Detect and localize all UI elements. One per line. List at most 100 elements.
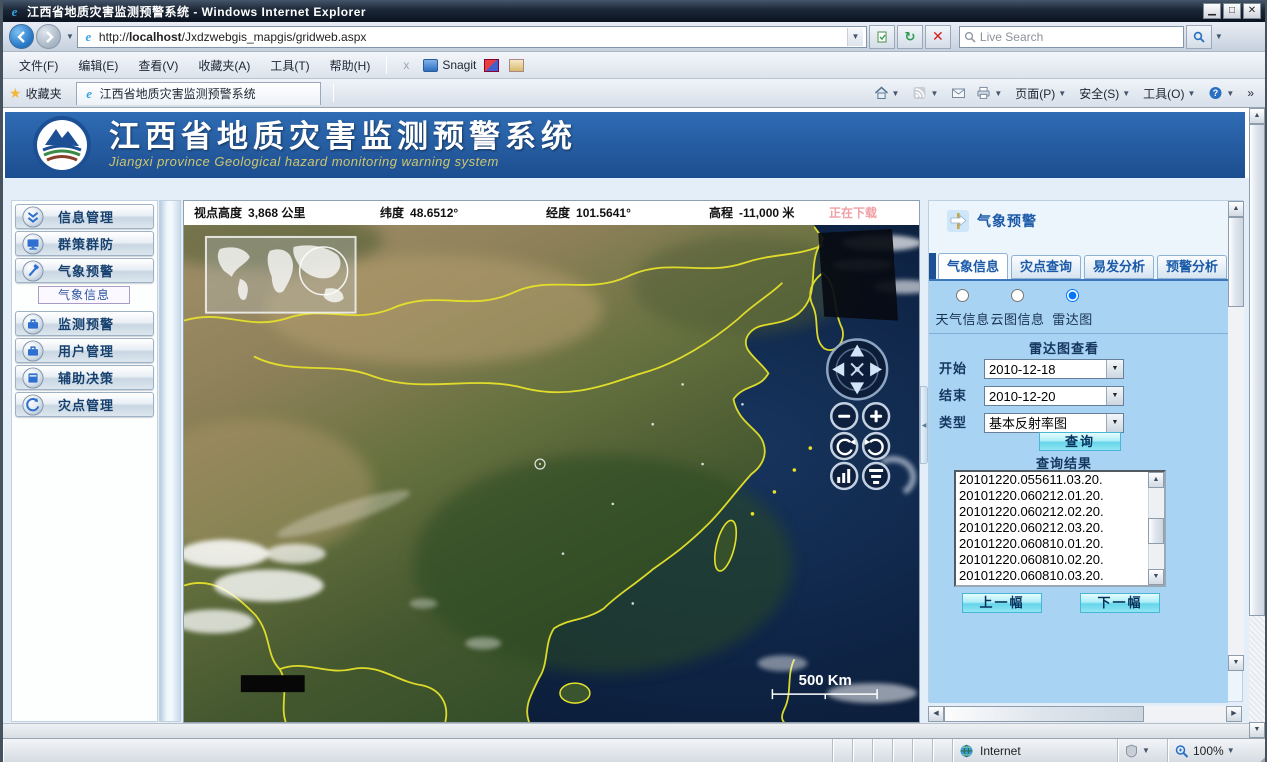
forward-button[interactable]: [36, 24, 61, 49]
list-item[interactable]: 20101220.060810.03.20.: [959, 568, 1148, 584]
radio-radar-image[interactable]: 雷达图: [1045, 289, 1100, 328]
menu-view[interactable]: 查看(V): [128, 54, 188, 77]
end-date-select[interactable]: 2010-12-20 ▼: [984, 386, 1124, 406]
toolbar-overflow-chevron-icon[interactable]: »: [1242, 86, 1259, 100]
map-viewport[interactable]: 视点高度3,868 公里 纬度48.6512° 经度101.5641° 高程-1…: [183, 200, 920, 723]
sidebar-item-weather-warning[interactable]: 气象预警: [15, 258, 154, 283]
chevron-down-icon[interactable]: ▼: [1106, 360, 1123, 378]
back-button[interactable]: [9, 24, 34, 49]
tab-disaster-query[interactable]: 灾点查询: [1011, 255, 1081, 279]
radio-weather-info[interactable]: 天气信息: [935, 289, 990, 328]
page-vertical-scrollbar[interactable]: ▲ ▼: [1249, 108, 1265, 738]
toolbar-close-icon[interactable]: x: [393, 58, 419, 72]
scroll-thumb[interactable]: [1249, 124, 1265, 616]
list-item[interactable]: 20101220.060810.02.20.: [959, 552, 1148, 568]
address-dropdown-button[interactable]: ▼: [847, 28, 863, 46]
tab-susceptibility[interactable]: 易发分析: [1084, 255, 1154, 279]
radio-cloud-image-input[interactable]: [1011, 289, 1024, 302]
scroll-left-icon[interactable]: ◀: [928, 706, 944, 722]
snagit-profile-icon[interactable]: [509, 59, 524, 72]
snagit-label[interactable]: Snagit: [442, 58, 476, 72]
chevron-down-icon[interactable]: ▼: [1106, 387, 1123, 405]
previous-image-button[interactable]: 上一幅: [962, 593, 1042, 613]
menu-help[interactable]: 帮助(H): [320, 54, 381, 77]
home-button[interactable]: ▼: [869, 86, 908, 100]
next-image-button[interactable]: 下一幅: [1080, 593, 1160, 613]
safety-menu-button[interactable]: 安全(S) ▼: [1074, 85, 1138, 102]
sidebar-item-monitor-warning[interactable]: 监测预警: [15, 311, 154, 336]
rotate-cw-button[interactable]: [863, 433, 889, 459]
chevron-down-icon[interactable]: ▼: [1106, 414, 1123, 432]
browser-tab[interactable]: e 江西省地质灾害监测预警系统: [76, 82, 321, 105]
help-button[interactable]: ? ▼: [1203, 86, 1242, 100]
scroll-down-icon[interactable]: ▼: [1249, 722, 1265, 738]
tools-menu-button[interactable]: 工具(O) ▼: [1138, 85, 1203, 102]
overview-inset-map[interactable]: [206, 237, 356, 313]
results-listbox[interactable]: 20101220.055611.03.20. 20101220.060212.0…: [954, 470, 1166, 587]
start-date-select[interactable]: 2010-12-18 ▼: [984, 359, 1124, 379]
list-item[interactable]: 20101220.060212.02.20.: [959, 504, 1148, 520]
compatibility-view-button[interactable]: [869, 25, 895, 49]
feeds-dropdown-icon[interactable]: ▼: [930, 89, 938, 98]
list-scrollbar[interactable]: ▲ ▼: [1148, 472, 1164, 585]
scroll-down-icon[interactable]: ▼: [1148, 569, 1164, 585]
list-item[interactable]: 20101220.060810.01.20.: [959, 536, 1148, 552]
tilt-up-button[interactable]: [831, 463, 857, 489]
mail-button[interactable]: [946, 86, 971, 100]
menu-tools[interactable]: 工具(T): [260, 54, 319, 77]
snagit-capture-icon[interactable]: [484, 59, 499, 72]
radio-weather-info-input[interactable]: [956, 289, 969, 302]
scroll-thumb[interactable]: [944, 706, 1144, 722]
favorites-label[interactable]: 收藏夹: [26, 85, 62, 102]
tab-weather-info[interactable]: 气象信息: [938, 253, 1008, 280]
panel-vertical-scrollbar[interactable]: ▲ ▼: [1228, 201, 1244, 671]
scroll-right-icon[interactable]: ▶: [1226, 706, 1242, 722]
search-go-button[interactable]: [1186, 25, 1212, 49]
scroll-up-icon[interactable]: ▲: [1228, 201, 1244, 217]
scroll-up-icon[interactable]: ▲: [1249, 108, 1265, 124]
resize-grip[interactable]: [1249, 739, 1265, 762]
history-dropdown-icon[interactable]: ▼: [66, 32, 74, 41]
scroll-thumb[interactable]: [1148, 518, 1164, 544]
globe-map[interactable]: 500 Km: [184, 225, 919, 722]
minimize-button[interactable]: ▁: [1203, 3, 1221, 19]
print-dropdown-icon[interactable]: ▼: [994, 89, 1002, 98]
sidebar-item-info-management[interactable]: 信息管理: [15, 204, 154, 229]
query-button[interactable]: 查询: [1039, 432, 1121, 451]
stop-button[interactable]: ✕: [925, 25, 951, 49]
search-box[interactable]: Live Search: [959, 26, 1184, 48]
radio-cloud-image[interactable]: 云图信息: [990, 289, 1045, 328]
list-item[interactable]: 20101220.060212.01.20.: [959, 488, 1148, 504]
close-button[interactable]: ✕: [1243, 3, 1261, 19]
print-button[interactable]: ▼: [971, 86, 1010, 100]
radio-radar-image-input[interactable]: [1066, 289, 1079, 302]
feeds-button[interactable]: ▼: [907, 86, 946, 100]
favorites-star-icon[interactable]: ★: [9, 85, 22, 102]
menu-edit[interactable]: 编辑(E): [68, 54, 128, 77]
type-select[interactable]: 基本反射率图 ▼: [984, 413, 1124, 433]
maximize-button[interactable]: □: [1223, 3, 1241, 19]
scroll-down-icon[interactable]: ▼: [1228, 655, 1244, 671]
scroll-thumb[interactable]: [1228, 217, 1244, 307]
sidebar-item-user-management[interactable]: 用户管理: [15, 338, 154, 363]
sidebar-subitem-weather-info[interactable]: 气象信息: [38, 286, 130, 304]
menu-file[interactable]: 文件(F): [9, 54, 68, 77]
sidebar-item-disaster-management[interactable]: 灾点管理: [15, 392, 154, 417]
menu-favorites[interactable]: 收藏夹(A): [188, 54, 260, 77]
search-options-dropdown-icon[interactable]: ▼: [1215, 32, 1223, 41]
tab-warning-analysis[interactable]: 预警分析: [1157, 255, 1227, 279]
sidebar-item-mass-monitoring[interactable]: 群策群防: [15, 231, 154, 256]
compass-control[interactable]: [827, 340, 887, 400]
protected-mode-pane[interactable]: ▼: [1117, 739, 1167, 762]
refresh-button[interactable]: ↻: [897, 25, 923, 49]
list-item[interactable]: 20101220.060212.03.20.: [959, 520, 1148, 536]
zoom-out-button[interactable]: [831, 403, 857, 429]
home-dropdown-icon[interactable]: ▼: [892, 89, 900, 98]
scroll-up-icon[interactable]: ▲: [1148, 472, 1164, 488]
zoom-in-button[interactable]: [863, 403, 889, 429]
rotate-ccw-button[interactable]: [831, 433, 857, 459]
zoom-pane[interactable]: 100% ▼: [1167, 739, 1249, 762]
sidebar-item-decision-support[interactable]: 辅助决策: [15, 365, 154, 390]
tilt-down-button[interactable]: [863, 463, 889, 489]
address-bar[interactable]: e http://localhost/Jxdzwebgis_mapgis/gri…: [77, 26, 867, 48]
